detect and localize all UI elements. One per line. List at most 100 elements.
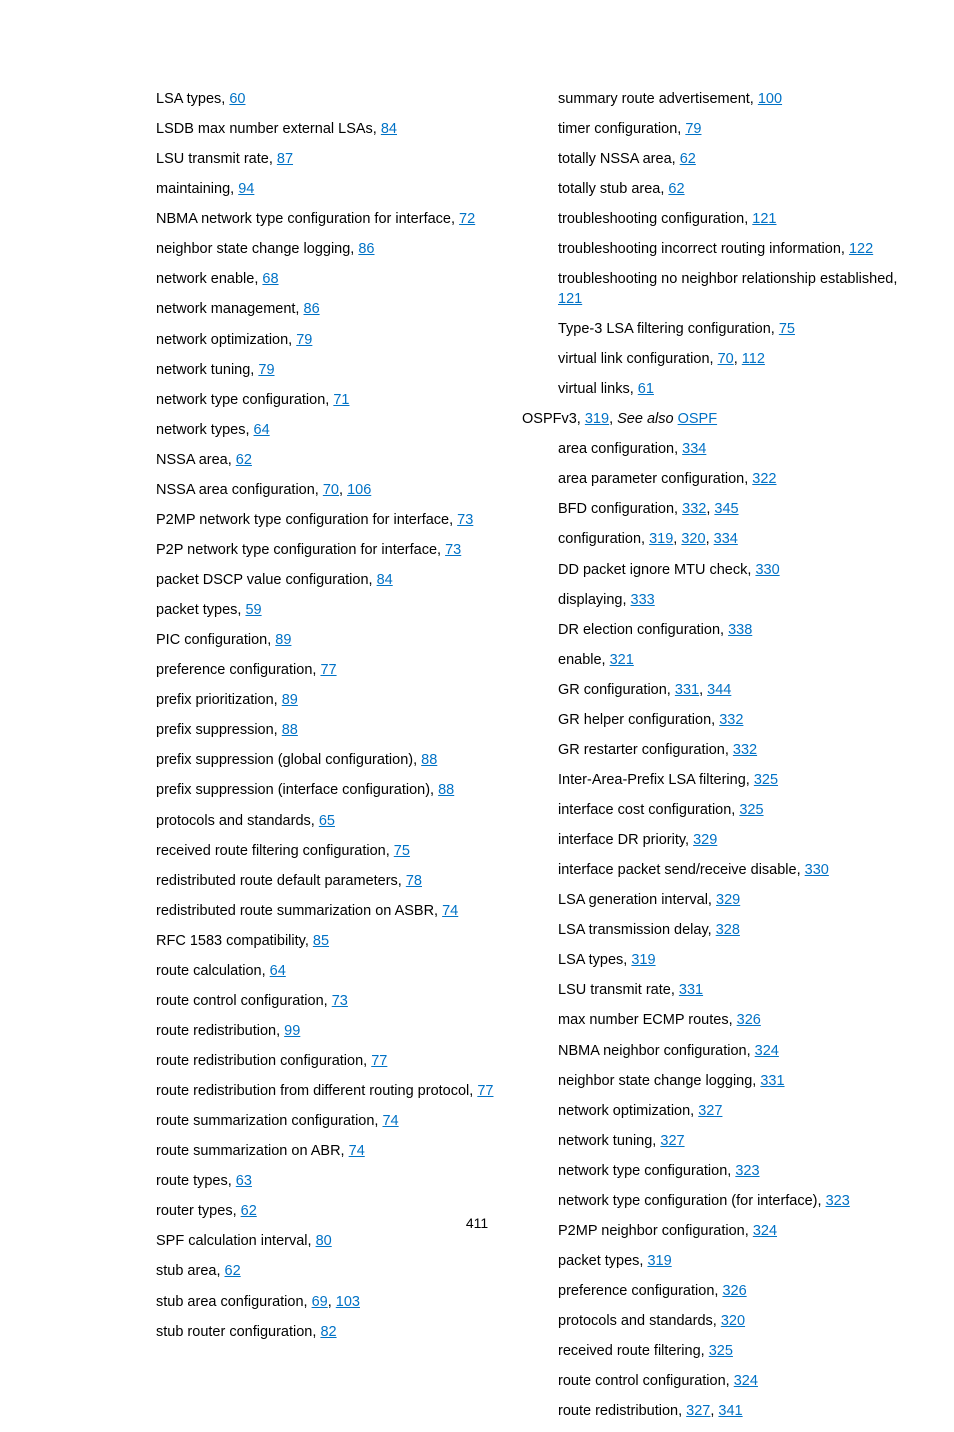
page-link[interactable]: 326 xyxy=(737,1012,761,1028)
page-link[interactable]: 319 xyxy=(647,1253,671,1269)
page-link[interactable]: 325 xyxy=(754,772,778,788)
page-link[interactable]: 79 xyxy=(296,332,312,348)
page-link[interactable]: 344 xyxy=(707,682,731,698)
page-link[interactable]: 62 xyxy=(680,151,696,167)
page-link[interactable]: 330 xyxy=(755,562,779,578)
page-link[interactable]: 75 xyxy=(394,843,410,859)
page-link[interactable]: 88 xyxy=(438,782,454,798)
page-link[interactable]: 62 xyxy=(668,181,684,197)
index-term: LSA transmission delay, xyxy=(558,922,716,938)
page-link[interactable]: 324 xyxy=(755,1043,779,1059)
page-link[interactable]: 77 xyxy=(371,1053,387,1069)
page-link[interactable]: 62 xyxy=(225,1263,241,1279)
page-link[interactable]: 70 xyxy=(718,351,734,367)
page-link[interactable]: 88 xyxy=(421,752,437,768)
page-link[interactable]: 87 xyxy=(277,151,293,167)
page-link[interactable]: 324 xyxy=(734,1373,758,1389)
page-link[interactable]: 100 xyxy=(758,91,782,107)
page-link[interactable]: 326 xyxy=(722,1283,746,1299)
page-link[interactable]: 121 xyxy=(752,211,776,227)
page-link[interactable]: 84 xyxy=(377,572,393,588)
page-link[interactable]: 327 xyxy=(686,1403,710,1419)
page-link[interactable]: 89 xyxy=(275,632,291,648)
page-link[interactable]: 329 xyxy=(716,892,740,908)
page-link[interactable]: 86 xyxy=(358,241,374,257)
index-entry: BFD configuration, 332, 345 xyxy=(522,500,914,520)
page-link[interactable]: 329 xyxy=(693,832,717,848)
index-entry: preference configuration, 326 xyxy=(522,1282,914,1302)
page-link[interactable]: 112 xyxy=(742,351,765,367)
index-entry: RFC 1583 compatibility, 85 xyxy=(120,932,512,952)
page-link[interactable]: 331 xyxy=(675,682,699,698)
page-link[interactable]: 327 xyxy=(660,1133,684,1149)
index-entry: Inter-Area-Prefix LSA filtering, 325 xyxy=(522,771,914,791)
see-also-link[interactable]: OSPF xyxy=(678,411,717,427)
page-link[interactable]: 327 xyxy=(698,1103,722,1119)
page-link[interactable]: 71 xyxy=(333,392,349,408)
page-link[interactable]: 334 xyxy=(714,531,738,547)
page-link[interactable]: 332 xyxy=(733,742,757,758)
page-link[interactable]: 320 xyxy=(721,1313,745,1329)
page-link[interactable]: 77 xyxy=(477,1083,493,1099)
page-link[interactable]: 75 xyxy=(779,321,795,337)
page-link[interactable]: 331 xyxy=(679,982,703,998)
page-link[interactable]: 86 xyxy=(304,301,320,317)
page-link[interactable]: 331 xyxy=(760,1073,784,1089)
page-link[interactable]: 70 xyxy=(323,482,339,498)
page-link[interactable]: 73 xyxy=(457,512,473,528)
page-link[interactable]: 99 xyxy=(284,1023,300,1039)
page-link[interactable]: 121 xyxy=(558,291,582,307)
page-link[interactable]: 345 xyxy=(714,501,738,517)
page-link[interactable]: 320 xyxy=(681,531,705,547)
page-link[interactable]: 77 xyxy=(320,662,336,678)
page-link[interactable]: 332 xyxy=(682,501,706,517)
page-link[interactable]: 328 xyxy=(716,922,740,938)
page-link[interactable]: 325 xyxy=(709,1343,733,1359)
page-link[interactable]: 61 xyxy=(638,381,654,397)
page-link[interactable]: 84 xyxy=(381,121,397,137)
page-link[interactable]: 122 xyxy=(849,241,873,257)
index-term: area configuration, xyxy=(558,441,682,457)
page-link[interactable]: 319 xyxy=(585,411,609,427)
page-link[interactable]: 334 xyxy=(682,441,706,457)
page-link[interactable]: 323 xyxy=(735,1163,759,1179)
page-link[interactable]: 330 xyxy=(805,862,829,878)
page-link[interactable]: 322 xyxy=(752,471,776,487)
page-link[interactable]: 94 xyxy=(238,181,254,197)
page-link[interactable]: 332 xyxy=(719,712,743,728)
page-link[interactable]: 62 xyxy=(236,452,252,468)
page-link[interactable]: 82 xyxy=(320,1324,336,1340)
page-link[interactable]: 79 xyxy=(258,362,274,378)
page-link[interactable]: 74 xyxy=(442,903,458,919)
page-link[interactable]: 60 xyxy=(229,91,245,107)
page-link[interactable]: 63 xyxy=(236,1173,252,1189)
page-link[interactable]: 88 xyxy=(282,722,298,738)
page-link[interactable]: 78 xyxy=(406,873,422,889)
page-link[interactable]: 325 xyxy=(739,802,763,818)
page-link[interactable]: 59 xyxy=(245,602,261,618)
page-link[interactable]: 74 xyxy=(382,1113,398,1129)
page-link[interactable]: 319 xyxy=(631,952,655,968)
page-link[interactable]: 338 xyxy=(728,622,752,638)
page-link[interactable]: 80 xyxy=(316,1233,332,1249)
page-link[interactable]: 85 xyxy=(313,933,329,949)
page-link[interactable]: 319 xyxy=(649,531,673,547)
page-link[interactable]: 68 xyxy=(262,271,278,287)
page-link[interactable]: 65 xyxy=(319,813,335,829)
page-link[interactable]: 321 xyxy=(610,652,634,668)
page-link[interactable]: 64 xyxy=(254,422,270,438)
index-term: troubleshooting incorrect routing inform… xyxy=(558,241,849,257)
index-term: packet types, xyxy=(156,602,245,618)
page-link[interactable]: 106 xyxy=(347,482,371,498)
page-link[interactable]: 323 xyxy=(826,1193,850,1209)
page-link[interactable]: 79 xyxy=(685,121,701,137)
page-link[interactable]: 333 xyxy=(631,592,655,608)
page-link[interactable]: 341 xyxy=(718,1403,742,1419)
page-link[interactable]: 64 xyxy=(270,963,286,979)
page-link[interactable]: 74 xyxy=(349,1143,365,1159)
index-term: P2MP network type configuration for inte… xyxy=(156,512,457,528)
page-link[interactable]: 73 xyxy=(445,542,461,558)
page-link[interactable]: 72 xyxy=(459,211,475,227)
page-link[interactable]: 73 xyxy=(332,993,348,1009)
page-link[interactable]: 89 xyxy=(282,692,298,708)
